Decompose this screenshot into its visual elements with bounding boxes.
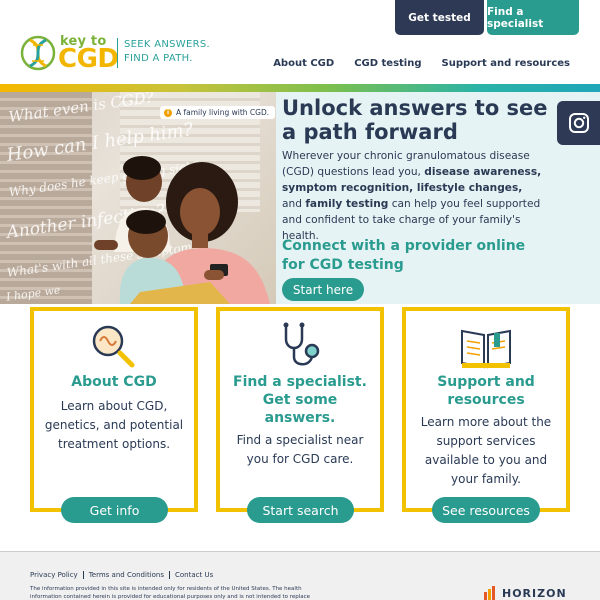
see-resources-button[interactable]: See resources <box>432 497 540 523</box>
hero-subheading: Connect with a provider online for CGD t… <box>282 238 526 273</box>
privacy-policy-link[interactable]: Privacy Policy <box>30 571 83 579</box>
site-footer: Privacy Policy Terms and Conditions Cont… <box>0 551 600 600</box>
nav-item-about-cgd[interactable]: About CGD <box>273 58 334 69</box>
card-support-resources: Support and resources Learn more about t… <box>402 307 570 512</box>
hero-title: Unlock answers to see a path forward <box>282 96 548 144</box>
horizon-brand-text: HORIZON <box>502 586 567 600</box>
card-about-cgd: About CGD Learn about CGD, genetics, and… <box>30 307 198 512</box>
photo-caption-text: A family living with CGD. <box>176 108 270 117</box>
nav-item-support-resources[interactable]: Support and resources <box>442 58 570 69</box>
tagline-line-2: FIND A PATH. <box>124 53 193 64</box>
nav-item-cgd-testing[interactable]: CGD testing <box>354 58 421 69</box>
terms-link[interactable]: Terms and Conditions <box>82 571 169 579</box>
family-photo: What even is CGD? How can I help him? Wh… <box>0 92 276 304</box>
card-title: Find a specialist. Get some answers. <box>233 374 367 426</box>
contact-us-link[interactable]: Contact Us <box>169 571 218 579</box>
logo-text-cgd: CGD <box>58 44 119 74</box>
hero-body-text: and <box>282 198 306 210</box>
footer-links: Privacy Policy Terms and Conditions Cont… <box>30 571 218 579</box>
hero-body-bold: family testing <box>305 198 389 210</box>
book-icon <box>461 329 511 369</box>
family-illustration <box>94 156 270 304</box>
main-nav: About CGD CGD testing Support and resour… <box>253 58 570 69</box>
site-header: key to CGD SEEK ANSWERS. FIND A PATH. Ge… <box>0 0 600 84</box>
photo-caption: i A family living with CGD. <box>160 106 276 119</box>
card-description: Find a specialist near you for CGD care. <box>236 433 364 466</box>
card-find-specialist: Find a specialist. Get some answers. Fin… <box>216 307 384 512</box>
hero-body: Wherever your chronic granulomatous dise… <box>282 148 544 244</box>
get-tested-button[interactable]: Get tested <box>395 0 484 35</box>
dna-icon <box>20 35 56 71</box>
tagline-line-1: SEEK ANSWERS. <box>124 39 210 50</box>
instagram-link[interactable] <box>557 101 600 145</box>
magnifier-icon <box>92 325 135 368</box>
key-to-cgd-logo[interactable]: key to CGD <box>20 34 119 74</box>
start-here-button[interactable]: Start here <box>282 278 364 301</box>
start-search-button[interactable]: Start search <box>247 497 354 523</box>
footer-disclaimer: The information provided in this site is… <box>30 586 311 600</box>
tagline: SEEK ANSWERS. FIND A PATH. <box>117 38 210 68</box>
gradient-divider <box>0 84 600 92</box>
info-icon: i <box>164 109 172 117</box>
horizon-mark-icon <box>484 586 495 600</box>
instagram-icon <box>568 113 589 133</box>
stethoscope-icon <box>283 322 320 366</box>
horizon-logo[interactable]: HORIZON <box>484 586 567 600</box>
card-title: Support and resources <box>437 374 535 408</box>
find-specialist-button[interactable]: Find a specialist <box>487 0 579 35</box>
get-info-button[interactable]: Get info <box>61 497 168 523</box>
card-description: Learn more about the support services av… <box>420 415 552 486</box>
card-description: Learn about CGD, genetics, and potential… <box>44 399 184 451</box>
card-title: About CGD <box>71 374 157 390</box>
